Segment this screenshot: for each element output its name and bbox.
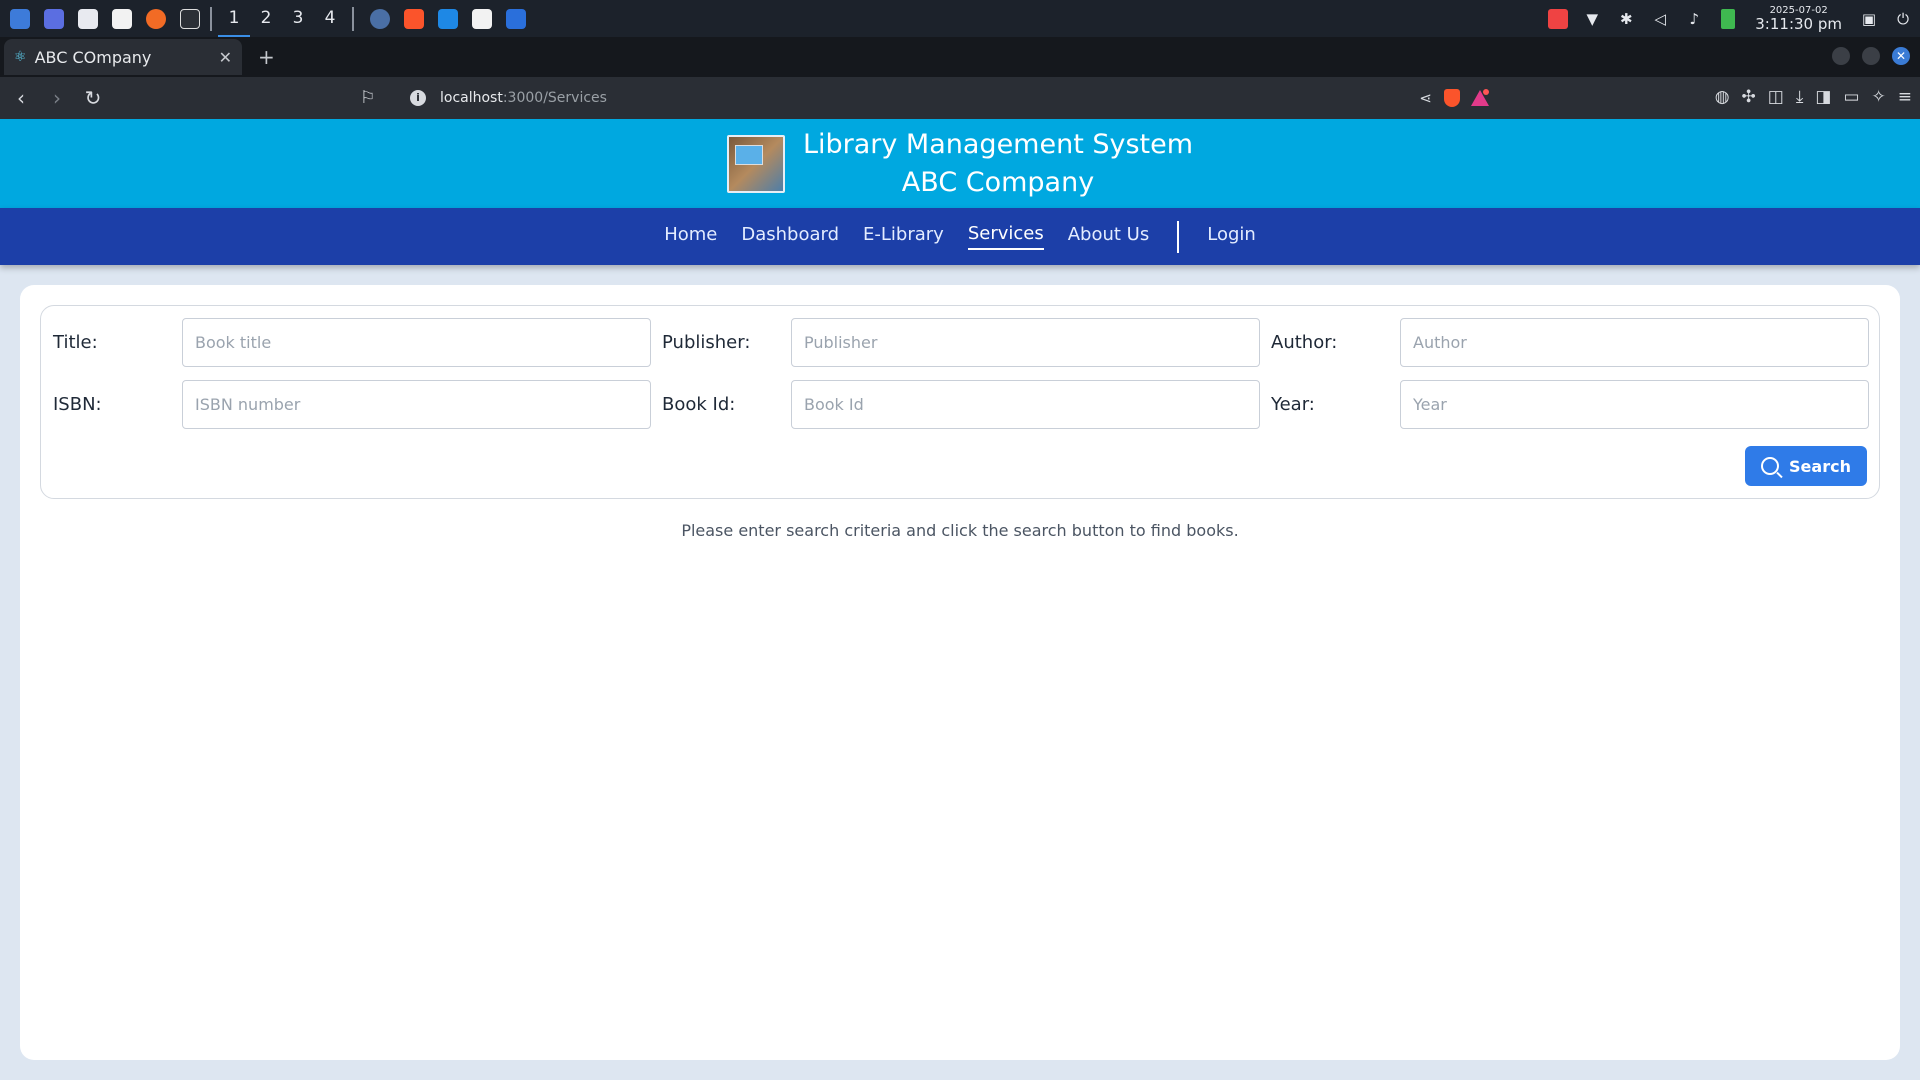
- site-title: Library Management System ABC Company: [803, 126, 1193, 202]
- new-tab-button[interactable]: +: [258, 45, 275, 69]
- nav-login[interactable]: Login: [1207, 224, 1256, 249]
- back-button[interactable]: ‹: [6, 86, 36, 110]
- taskbar-separator: [210, 6, 212, 31]
- workspace-4[interactable]: 4: [314, 0, 346, 37]
- anydesk-icon[interactable]: [1547, 8, 1569, 30]
- nav-home[interactable]: Home: [664, 224, 717, 249]
- extension-icon[interactable]: ◍: [1715, 87, 1730, 107]
- year-input[interactable]: [1400, 380, 1869, 429]
- vscode-icon[interactable]: [434, 5, 462, 33]
- launcher-icon[interactable]: [6, 5, 34, 33]
- document-icon[interactable]: [108, 5, 136, 33]
- battery-icon[interactable]: [1717, 8, 1739, 30]
- nav-services[interactable]: Services: [967, 223, 1044, 250]
- isbn-input[interactable]: [182, 380, 651, 429]
- title-label: Title:: [53, 332, 98, 353]
- window-controls: ✕: [1832, 47, 1910, 65]
- nav-about-us[interactable]: About Us: [1068, 224, 1150, 249]
- url-path: :3000/Services: [502, 90, 607, 106]
- site-title-line2: ABC Company: [901, 166, 1095, 198]
- file-manager-icon[interactable]: [74, 5, 102, 33]
- nav-dashboard[interactable]: Dashboard: [741, 224, 839, 249]
- firefox-icon[interactable]: [142, 5, 170, 33]
- minimize-button[interactable]: [1832, 47, 1850, 65]
- notification-icon[interactable]: ♪: [1683, 8, 1705, 30]
- author-input[interactable]: [1400, 318, 1869, 367]
- url-host: localhost: [440, 90, 503, 106]
- workspace-3[interactable]: 3: [282, 0, 314, 37]
- reload-button[interactable]: ↻: [78, 86, 108, 110]
- desktop-icon[interactable]: [40, 5, 68, 33]
- brave-shields-icon[interactable]: [1444, 89, 1460, 107]
- screenshot-icon[interactable]: ◫: [1768, 87, 1784, 107]
- brave-rewards-icon[interactable]: [1470, 89, 1490, 107]
- wifi-icon[interactable]: ▼: [1581, 8, 1603, 30]
- site-title-line1: Library Management System: [802, 128, 1194, 160]
- puzzle-icon[interactable]: ✣: [1742, 87, 1756, 107]
- year-label: Year:: [1271, 394, 1315, 415]
- calendar-icon[interactable]: [502, 5, 530, 33]
- address-bar[interactable]: ⚐ i localhost:3000/Services ⋖: [360, 81, 1490, 115]
- isbn-label: ISBN:: [53, 394, 102, 415]
- taskbar-separator: [352, 6, 354, 31]
- clock-time: 3:11:30 pm: [1755, 14, 1842, 33]
- book-id-input[interactable]: [791, 380, 1260, 429]
- close-icon[interactable]: ✕: [219, 48, 232, 67]
- site-logo: [726, 134, 785, 193]
- search-icon: [1761, 457, 1780, 475]
- search-hint: Please enter search criteria and click t…: [681, 521, 1239, 540]
- power-icon[interactable]: ⏻: [1892, 8, 1914, 30]
- nav-e-library[interactable]: E-Library: [863, 224, 944, 249]
- leo-ai-icon[interactable]: ✧: [1872, 87, 1886, 107]
- workspace-2[interactable]: 2: [250, 0, 282, 37]
- clock[interactable]: 2025-07-02 3:11:30 pm: [1755, 5, 1842, 33]
- maximize-button[interactable]: [1862, 47, 1880, 65]
- lock-icon[interactable]: ▣: [1858, 8, 1880, 30]
- nav-divider: [1177, 220, 1180, 253]
- menu-icon[interactable]: ≡: [1898, 87, 1912, 107]
- content-panel: Title: Publisher: Author: ISBN: Book Id:…: [20, 285, 1900, 1060]
- sidebar-icon[interactable]: ◨: [1815, 87, 1831, 107]
- terminal-icon[interactable]: [176, 5, 204, 33]
- os-taskbar: 1 2 3 4 ▼ ✱ ◁ ♪ 2025-07-02 3:11:30 pm ▣ …: [0, 0, 1920, 37]
- main-navigation: Home Dashboard E-Library Services About …: [0, 208, 1920, 265]
- app-icon[interactable]: [366, 5, 394, 33]
- title-input[interactable]: [182, 318, 651, 367]
- system-tray: ▼ ✱ ◁ ♪ 2025-07-02 3:11:30 pm ▣ ⏻: [1541, 0, 1920, 37]
- site-header: Library Management System ABC Company: [0, 119, 1920, 208]
- browser-tab-strip: ⚛ ABC COmpany ✕ + ✕: [0, 37, 1920, 77]
- search-button[interactable]: Search: [1745, 446, 1867, 486]
- book-id-label: Book Id:: [662, 394, 736, 415]
- publisher-label: Publisher:: [662, 332, 751, 353]
- site-info-icon[interactable]: i: [410, 90, 426, 106]
- tab-title: ABC COmpany: [34, 47, 152, 67]
- search-button-label: Search: [1789, 456, 1851, 476]
- workspace-1[interactable]: 1: [218, 0, 250, 37]
- document-icon[interactable]: [468, 5, 496, 33]
- bluetooth-icon[interactable]: ✱: [1615, 8, 1637, 30]
- brave-browser-icon[interactable]: [400, 5, 428, 33]
- volume-muted-icon[interactable]: ◁: [1649, 8, 1671, 30]
- close-window-button[interactable]: ✕: [1892, 47, 1910, 65]
- author-label: Author:: [1271, 332, 1338, 353]
- bookmark-icon[interactable]: ⚐: [360, 88, 390, 108]
- browser-toolbar: ‹ › ↻ ⚐ i localhost:3000/Services ⋖ ◍ ✣ …: [0, 77, 1920, 119]
- forward-button[interactable]: ›: [42, 86, 72, 110]
- publisher-input[interactable]: [791, 318, 1260, 367]
- web-page: Library Management System ABC Company Ho…: [0, 119, 1920, 1080]
- react-icon: ⚛: [14, 49, 27, 65]
- browser-tab[interactable]: ⚛ ABC COmpany ✕: [4, 39, 242, 75]
- extension-icons: ◍ ✣ ◫ ⤓ ◨ ▭ ✧ ≡: [1715, 87, 1912, 107]
- share-icon[interactable]: ⋖: [1419, 89, 1432, 107]
- download-icon[interactable]: ⤓: [1796, 87, 1804, 107]
- wallet-icon[interactable]: ▭: [1843, 87, 1859, 107]
- search-form: Title: Publisher: Author: ISBN: Book Id:…: [40, 305, 1880, 499]
